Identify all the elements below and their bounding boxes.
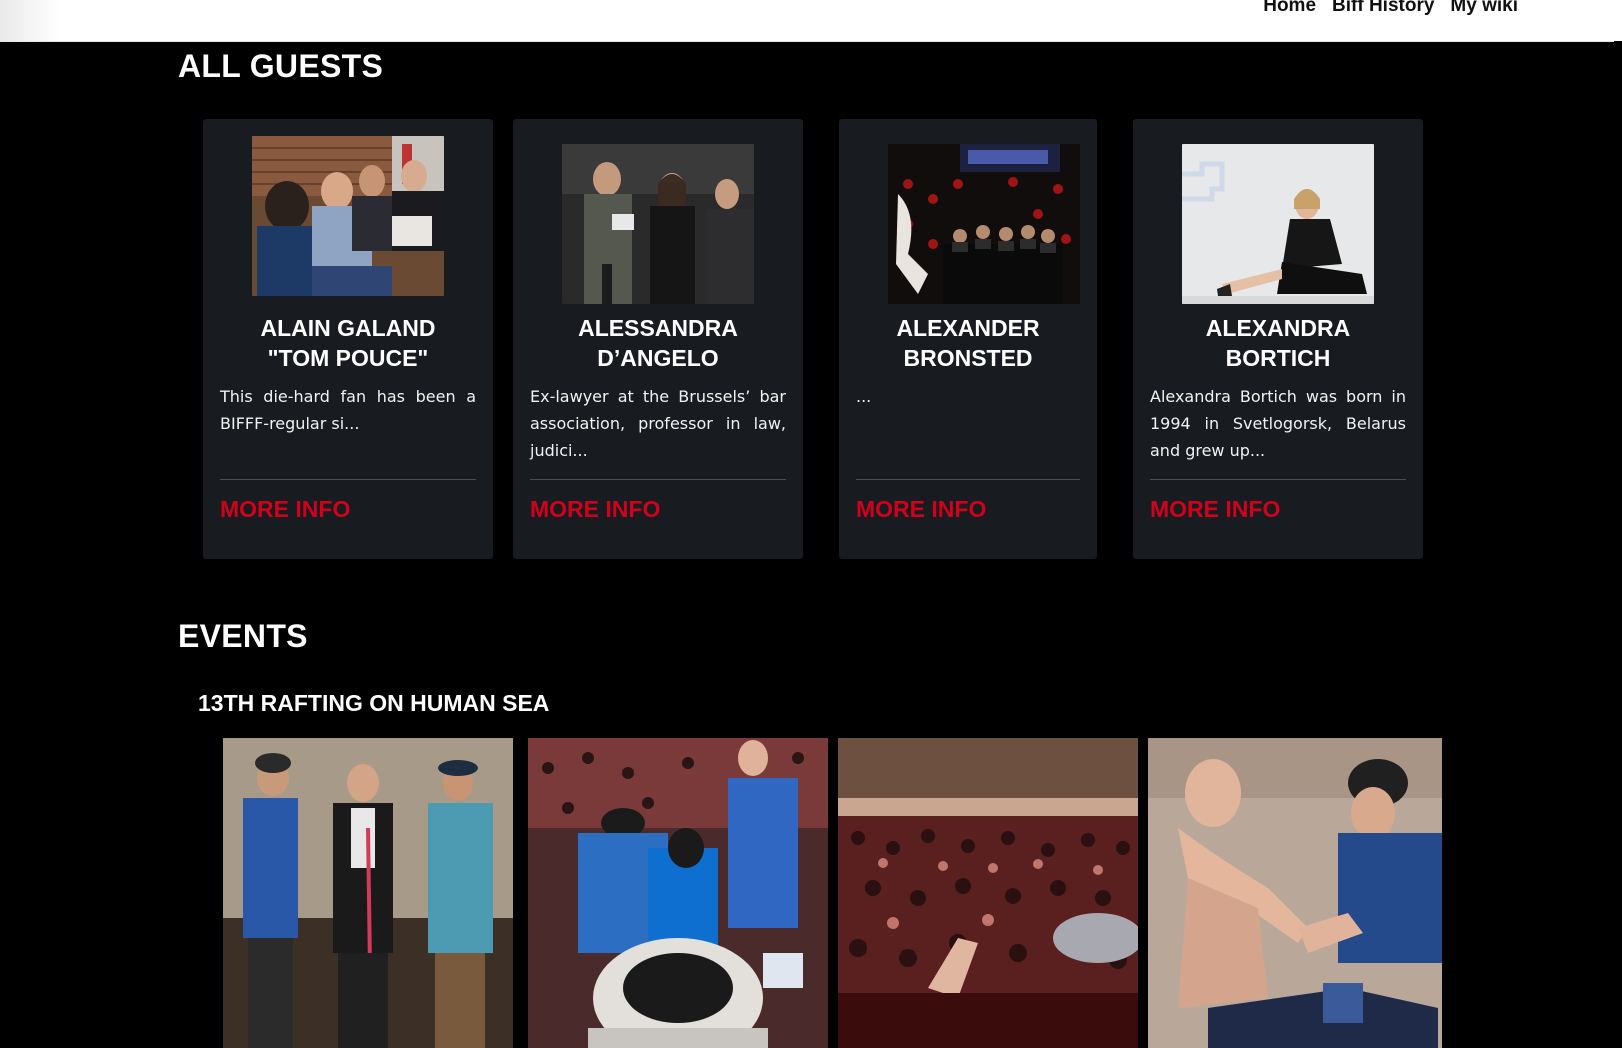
- nav-link-my-wiki[interactable]: My wiki: [1450, 0, 1518, 17]
- guest-name-line: BORTICH: [1225, 345, 1331, 371]
- guest-photo[interactable]: [562, 144, 754, 304]
- guest-name-line: ALESSANDRA: [578, 315, 738, 341]
- card-divider: [1150, 479, 1406, 480]
- guest-card: ALAIN GALAND "TOM POUCE" This die-hard f…: [203, 119, 493, 559]
- guest-card: ALESSANDRA D’ANGELO Ex-lawyer at the Bru…: [513, 119, 803, 559]
- guest-card: ALEXANDRA BORTICH Alexandra Bortich was …: [1133, 119, 1423, 559]
- more-info-link[interactable]: MORE INFO: [856, 496, 986, 523]
- guest-name-line: ALEXANDRA: [1205, 315, 1351, 341]
- nav-link-home[interactable]: Home: [1263, 0, 1316, 17]
- guest-name: ALEXANDER BRONSTED: [839, 313, 1097, 373]
- card-divider: [530, 479, 786, 480]
- top-navbar: Home Biff History My wiki: [0, 0, 1622, 42]
- guest-description: Alexandra Bortich was born in 1994 in Sv…: [1150, 387, 1406, 460]
- guest-name-line: D’ANGELO: [597, 345, 719, 371]
- guest-description: ...: [856, 387, 872, 406]
- event-photo[interactable]: [838, 738, 1138, 1048]
- guest-name: ALEXANDRA BORTICH: [1133, 313, 1423, 373]
- card-divider: [220, 479, 476, 480]
- more-info-link[interactable]: MORE INFO: [220, 496, 350, 523]
- more-info-link[interactable]: MORE INFO: [1150, 496, 1280, 523]
- page-scrollbar-track[interactable]: [1614, 41, 1622, 1048]
- guest-name-line: ALEXANDER: [896, 315, 1040, 341]
- more-info-link[interactable]: MORE INFO: [530, 496, 660, 523]
- event-photo[interactable]: [528, 738, 828, 1048]
- guest-photo[interactable]: [1182, 144, 1374, 304]
- navbar-edge-shadow: [0, 0, 60, 41]
- main-nav: Home Biff History My wiki: [1263, 0, 1518, 17]
- guests-section-title: ALL GUESTS: [178, 48, 384, 84]
- event-title: 13TH RAFTING ON HUMAN SEA: [198, 690, 550, 716]
- guest-name: ALAIN GALAND "TOM POUCE": [203, 313, 493, 373]
- event-photo[interactable]: [223, 738, 513, 1048]
- guest-description: This die-hard fan has been a BIFFF-regul…: [220, 387, 476, 433]
- card-divider: [856, 479, 1080, 480]
- guest-name-line: "TOM POUCE": [267, 345, 429, 371]
- guest-description: Ex-lawyer at the Brussels’ bar associati…: [530, 387, 786, 460]
- guest-name-line: BRONSTED: [903, 345, 1033, 371]
- guest-card: ALEXANDER BRONSTED ... MORE INFO: [839, 119, 1097, 559]
- events-section-title: EVENTS: [178, 618, 308, 654]
- guest-photo[interactable]: [888, 144, 1080, 304]
- event-photo[interactable]: [1148, 738, 1442, 1048]
- guest-name: ALESSANDRA D’ANGELO: [513, 313, 803, 373]
- guest-photo[interactable]: [252, 136, 444, 296]
- guest-name-line: ALAIN GALAND: [260, 315, 436, 341]
- nav-link-biff-history[interactable]: Biff History: [1332, 0, 1434, 17]
